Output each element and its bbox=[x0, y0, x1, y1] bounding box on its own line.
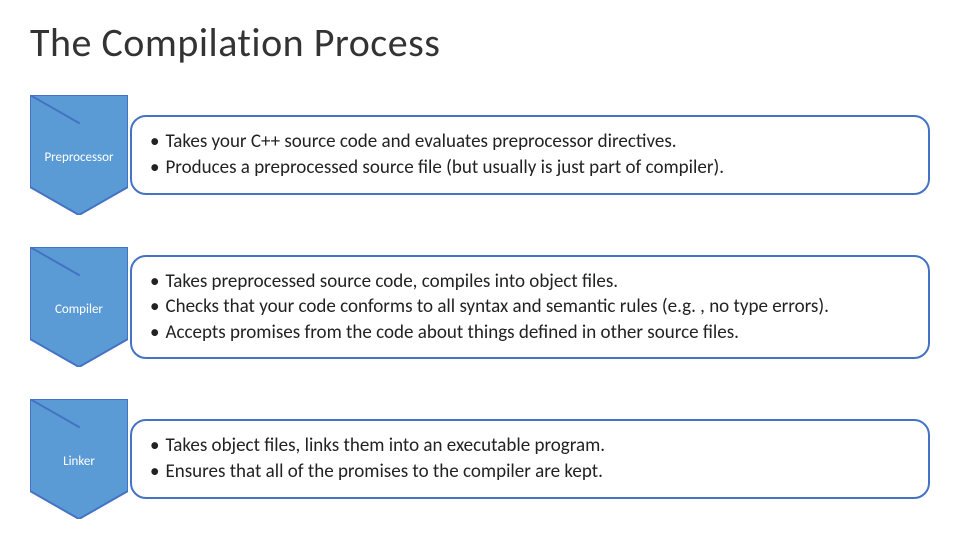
stage-compiler: Compiler •Takes preprocessed source code… bbox=[30, 247, 930, 367]
bullet-item: •Ensures that all of the promises to the… bbox=[150, 459, 910, 485]
stage-list: Preprocessor •Takes your C++ source code… bbox=[30, 95, 930, 519]
chevron-shape: Preprocessor bbox=[30, 95, 128, 215]
bullet-text: Checks that your code conforms to all sy… bbox=[165, 294, 828, 320]
bullet-text: Accepts promises from the code about thi… bbox=[165, 320, 739, 346]
bullet-item: •Produces a preprocessed source file (bu… bbox=[150, 155, 910, 181]
page-title: The Compilation Process bbox=[30, 18, 930, 67]
chevron-shape: Linker bbox=[30, 399, 128, 519]
bullet-item: •Checks that your code conforms to all s… bbox=[150, 294, 910, 320]
bullet-item: •Accepts promises from the code about th… bbox=[150, 320, 910, 346]
bullet-item: •Takes your C++ source code and evaluate… bbox=[150, 129, 910, 155]
bullet-text: Takes object files, links them into an e… bbox=[165, 433, 605, 459]
stage-label: Linker bbox=[63, 454, 95, 469]
stage-content: •Takes your C++ source code and evaluate… bbox=[130, 115, 930, 194]
stage-preprocessor: Preprocessor •Takes your C++ source code… bbox=[30, 95, 930, 215]
stage-label: Preprocessor bbox=[44, 150, 113, 165]
bullet-text: Ensures that all of the promises to the … bbox=[165, 459, 602, 485]
stage-content: •Takes preprocessed source code, compile… bbox=[130, 255, 930, 360]
stage-content: •Takes object files, links them into an … bbox=[130, 419, 930, 498]
stage-linker: Linker •Takes object files, links them i… bbox=[30, 399, 930, 519]
bullet-item: •Takes preprocessed source code, compile… bbox=[150, 269, 910, 295]
bullet-text: Takes preprocessed source code, compiles… bbox=[165, 269, 618, 295]
bullet-text: Produces a preprocessed source file (but… bbox=[165, 155, 724, 181]
bullet-text: Takes your C++ source code and evaluates… bbox=[165, 129, 676, 155]
chevron-shape: Compiler bbox=[30, 247, 128, 367]
stage-label: Compiler bbox=[55, 302, 103, 317]
bullet-item: •Takes object files, links them into an … bbox=[150, 433, 910, 459]
